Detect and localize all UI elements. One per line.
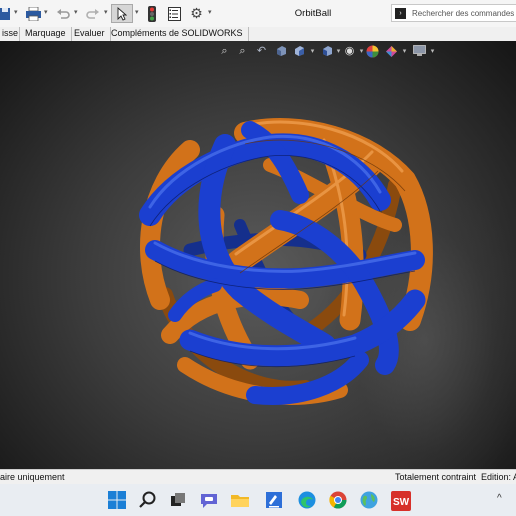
print-icon[interactable] xyxy=(25,4,41,23)
sketch-constraint-status: Totalement contraint xyxy=(395,472,477,482)
command-manager-tabs: isse Marquage Evaluer Compléments de SOL… xyxy=(0,27,516,42)
search-icon[interactable] xyxy=(138,490,158,510)
file-properties-icon[interactable] xyxy=(167,4,181,23)
command-search-icon: › xyxy=(395,8,406,19)
status-message: aire uniquement xyxy=(0,472,65,482)
print-dropdown-arrow-icon[interactable]: ▾ xyxy=(44,8,48,16)
sticky-notes-icon[interactable] xyxy=(264,490,284,510)
options-dropdown-arrow-icon[interactable]: ▾ xyxy=(208,8,212,16)
command-search-input[interactable]: Rechercher des commandes xyxy=(412,9,514,18)
tab-solidworks-addins[interactable]: Compléments de SOLIDWORKS xyxy=(106,27,249,41)
save-icon[interactable] xyxy=(0,4,12,23)
tab-esquisse[interactable]: isse xyxy=(0,27,20,41)
edge-browser-icon[interactable] xyxy=(297,490,317,510)
tab-evaluer[interactable]: Evaluer xyxy=(69,27,111,41)
title-bar: ▾ ▾ ▾ ▾ ▾ ⚙ ▾ OrbitBall › Rechercher des… xyxy=(0,0,516,28)
tray-overflow-chevron-icon[interactable]: ^ xyxy=(497,493,502,504)
file-explorer-icon[interactable] xyxy=(230,490,250,510)
redo-dropdown-arrow-icon[interactable]: ▾ xyxy=(104,8,108,16)
orbit-ball-model[interactable] xyxy=(0,41,516,469)
undo-icon[interactable] xyxy=(56,4,70,23)
svg-text:SW: SW xyxy=(393,497,410,508)
redo-icon[interactable] xyxy=(86,4,100,23)
graphics-viewport[interactable]: ⌕ ⌕ ↶ ▾ ▾ ◉ ▾ ▾ ▾ xyxy=(0,41,516,469)
select-dropdown-arrow-icon[interactable]: ▾ xyxy=(135,8,139,16)
tab-marquage[interactable]: Marquage xyxy=(20,27,72,41)
select-cursor-icon[interactable] xyxy=(111,4,133,23)
save-dropdown-arrow-icon[interactable]: ▾ xyxy=(14,8,18,16)
status-bar: aire uniquement Totalement contraint Edi… xyxy=(0,469,516,485)
document-title: OrbitBall xyxy=(294,8,332,19)
task-view-icon[interactable] xyxy=(168,490,188,510)
solidworks-icon[interactable]: SW xyxy=(390,490,411,511)
teams-chat-icon[interactable] xyxy=(199,490,219,510)
chrome-browser-icon[interactable] xyxy=(328,490,348,510)
traffic-light-icon[interactable] xyxy=(146,4,158,23)
windows-start-icon[interactable] xyxy=(107,490,127,510)
undo-dropdown-arrow-icon[interactable]: ▾ xyxy=(74,8,78,16)
command-search-box[interactable]: › Rechercher des commandes xyxy=(391,4,516,22)
edit-status: Edition: A xyxy=(481,472,516,482)
windows-taskbar: SW ^ xyxy=(0,484,516,516)
options-gear-icon[interactable]: ⚙ xyxy=(189,4,204,23)
globe-app-icon[interactable] xyxy=(359,490,379,510)
